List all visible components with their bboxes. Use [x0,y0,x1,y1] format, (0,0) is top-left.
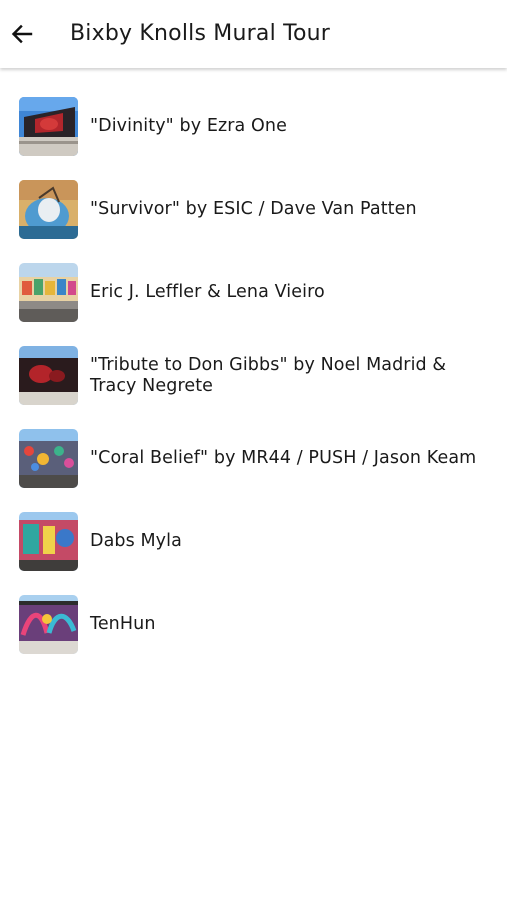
mural-list: "Divinity" by Ezra One "Survivor" by ESI… [0,85,507,666]
list-item[interactable]: Dabs Myla [0,500,507,583]
list-item[interactable]: TenHun [0,583,507,666]
mural-title: "Coral Belief" by MR44 / PUSH / Jason Ke… [90,448,477,468]
back-button[interactable] [4,14,40,54]
mural-title: Dabs Myla [90,531,182,551]
mural-thumbnail [19,97,78,156]
mural-thumbnail [19,180,78,239]
list-item[interactable]: "Divinity" by Ezra One [0,85,507,168]
mural-title: TenHun [90,614,156,634]
mural-thumbnail [19,263,78,322]
arrow-left-icon [11,24,33,44]
list-item[interactable]: "Survivor" by ESIC / Dave Van Patten [0,168,507,251]
list-item[interactable]: "Coral Belief" by MR44 / PUSH / Jason Ke… [0,417,507,500]
mural-thumbnail [19,595,78,654]
mural-title: "Divinity" by Ezra One [90,116,287,136]
list-item[interactable]: Eric J. Leffler & Lena Vieiro [0,251,507,334]
mural-title: Eric J. Leffler & Lena Vieiro [90,282,325,302]
mural-thumbnail [19,429,78,488]
mural-title: "Survivor" by ESIC / Dave Van Patten [90,199,417,219]
mural-thumbnail [19,512,78,571]
mural-title: "Tribute to Don Gibbs" by Noel Madrid & … [90,354,447,396]
mural-thumbnail [19,346,78,405]
page-title: Bixby Knolls Mural Tour [70,21,331,46]
top-app-bar: Bixby Knolls Mural Tour [0,0,507,68]
list-item[interactable]: "Tribute to Don Gibbs" by Noel Madrid & … [0,334,507,417]
app-screen: Bixby Knolls Mural Tour "Divinity" by Ez… [0,0,507,900]
